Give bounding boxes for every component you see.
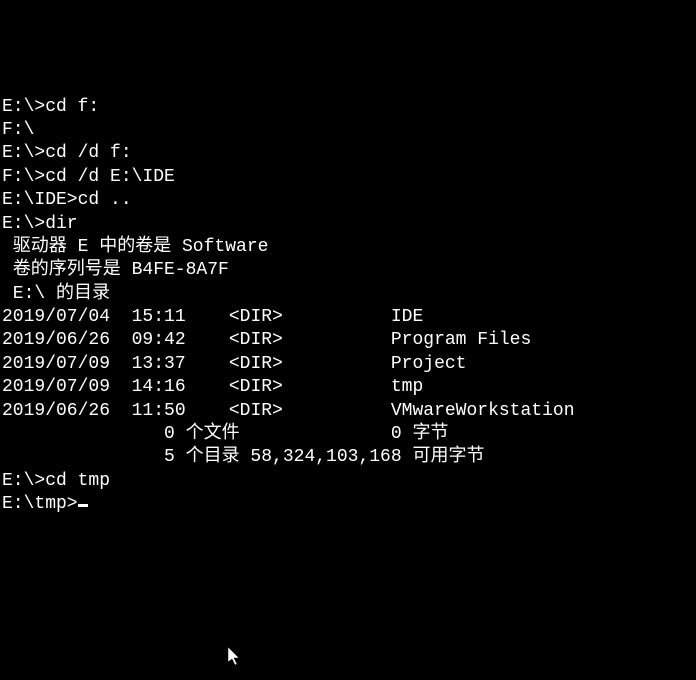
output-line: 驱动器 E 中的卷是 Software <box>2 236 696 259</box>
output-line: E:\IDE>cd .. <box>2 189 696 212</box>
dir-entry: 2019/07/09 14:16 <DIR> tmp <box>2 376 696 399</box>
dir-entry: 2019/07/09 13:37 <DIR> Project <box>2 353 696 376</box>
dir-entry: 2019/07/04 15:11 <DIR> IDE <box>2 306 696 329</box>
mouse-pointer-icon <box>228 647 242 667</box>
dir-summary: 5 个目录 58,324,103,168 可用字节 <box>2 446 696 469</box>
output-line: E:\>cd /d f: <box>2 142 696 165</box>
output-line: E:\>cd tmp <box>2 470 696 493</box>
prompt-line: E:\tmp> <box>2 493 696 516</box>
output-line: E:\>dir <box>2 213 696 236</box>
cursor-icon <box>78 504 88 507</box>
dir-entry: 2019/06/26 09:42 <DIR> Program Files <box>2 329 696 352</box>
dir-summary: 0 个文件 0 字节 <box>2 423 696 446</box>
terminal-output[interactable]: E:\>cd f:F:\E:\>cd /d f:F:\>cd /d E:\IDE… <box>2 96 696 517</box>
output-line: 卷的序列号是 B4FE-8A7F <box>2 259 696 282</box>
output-line: E:\>cd f: <box>2 96 696 119</box>
prompt: E:\tmp> <box>2 494 78 514</box>
output-line: F:\>cd /d E:\IDE <box>2 166 696 189</box>
output-line: F:\ <box>2 119 696 142</box>
dir-entry: 2019/06/26 11:50 <DIR> VMwareWorkstation <box>2 400 696 423</box>
output-line: E:\ 的目录 <box>2 283 696 306</box>
